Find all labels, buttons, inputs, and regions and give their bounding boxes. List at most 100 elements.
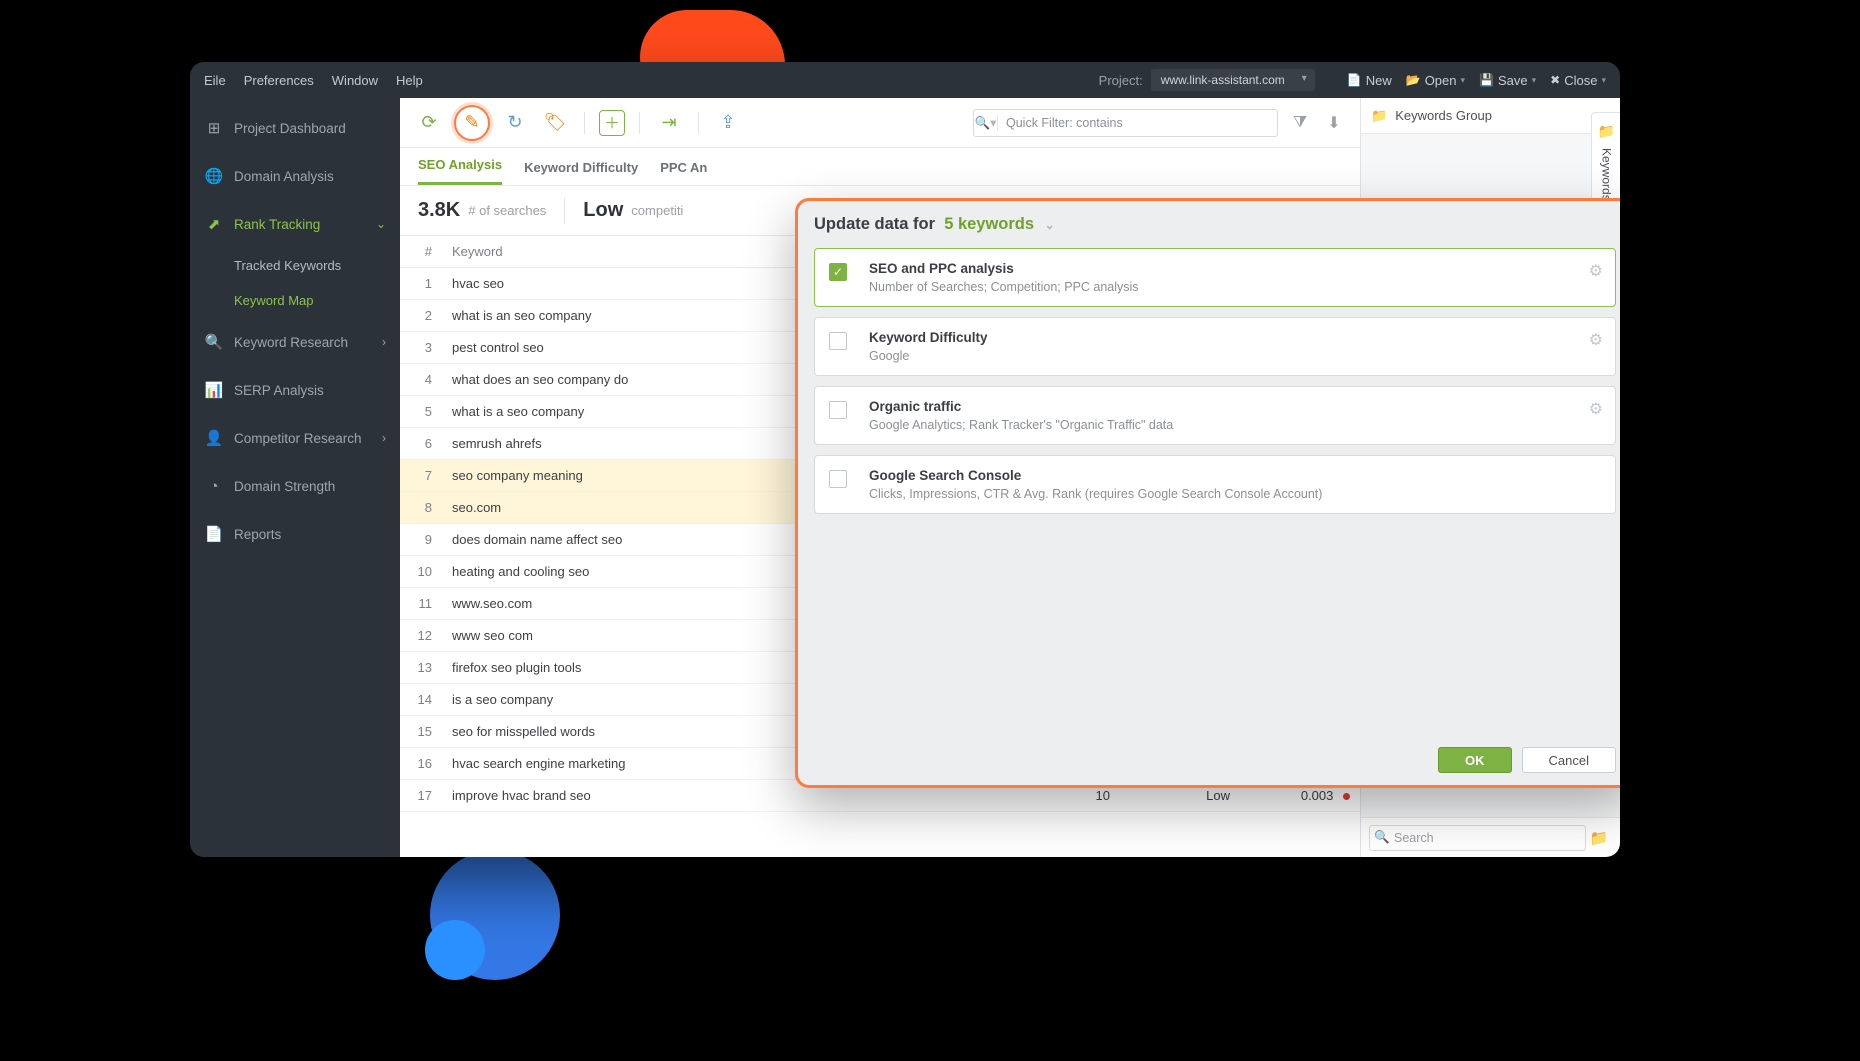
gear-icon[interactable]: ⚙ — [1589, 399, 1603, 419]
row-num: 11 — [400, 588, 442, 620]
ok-button[interactable]: OK — [1438, 747, 1512, 773]
tool-add-icon[interactable]: ＋ — [599, 110, 625, 136]
sidebar: ⊞Project Dashboard🌐Domain Analysis ⬈ Rank … — [190, 98, 400, 857]
tool-import-icon[interactable]: ⇥ — [654, 108, 684, 138]
menubar: Eile Preferences Window Help Project: ww… — [190, 62, 1620, 98]
project-dropdown[interactable]: www.link-assistant.com — [1151, 69, 1315, 91]
nav-label: SERP Analysis — [234, 383, 324, 398]
option-desc: Google Analytics; Rank Tracker's "Organi… — [869, 418, 1173, 432]
checkbox[interactable] — [829, 401, 847, 419]
cancel-button[interactable]: Cancel — [1522, 747, 1616, 773]
sidebar-item-domain-strength[interactable]: ◔ Domain Strength — [190, 462, 400, 510]
sidebar-item-competitor-research[interactable]: 👤Competitor Research› — [190, 414, 400, 462]
option-title: SEO and PPC analysis — [869, 261, 1139, 276]
download-icon[interactable]: ⬇ — [1322, 113, 1346, 133]
dialog-option-keyword-difficulty[interactable]: Keyword DifficultyGoogle⚙ — [814, 317, 1616, 376]
dialog-option-organic-traffic[interactable]: Organic traffic Google Analytics; Rank Tr… — [814, 386, 1616, 445]
update-data-dialog: Update data for 5 keywords ⌄ ✓ SEO and PP… — [795, 198, 1620, 788]
open-button[interactable]: 📂Open▾ — [1406, 73, 1465, 88]
dialog-title: Update data for 5 keywords ⌄ — [814, 215, 1616, 234]
summary-comp-label: competiti — [631, 203, 683, 218]
row-num: 1 — [400, 268, 442, 300]
tool-export-icon[interactable]: ⇪ — [713, 108, 743, 138]
main-panel: ⟳ ✎ ↻ 🏷 ＋ ⇥ ⇪ 🔍▾ Quick Filter: contains … — [400, 98, 1360, 857]
tool-update-icon[interactable]: ✎ — [454, 105, 490, 141]
tool-sync-icon[interactable]: ↻ — [500, 108, 530, 138]
row-num: 6 — [400, 428, 442, 460]
nav-icon: 🌐 — [204, 167, 224, 185]
checkbox[interactable] — [829, 470, 847, 488]
chevron-down-icon[interactable]: ⌄ — [1045, 218, 1055, 232]
row-num: 3 — [400, 332, 442, 364]
col-num[interactable]: # — [400, 236, 442, 268]
right-panel-search[interactable]: 🔍 Search — [1369, 825, 1586, 851]
folder-add-icon[interactable]: 📁 — [1586, 829, 1612, 847]
toolbar: ⟳ ✎ ↻ 🏷 ＋ ⇥ ⇪ 🔍▾ Quick Filter: contains … — [400, 98, 1360, 148]
quick-filter-input[interactable]: 🔍▾ Quick Filter: contains — [973, 109, 1278, 137]
nav-icon: 📊 — [204, 381, 224, 399]
nav-label: Keyword Research — [234, 335, 348, 350]
nav-icon: ⬈ — [204, 215, 224, 233]
row-num: 5 — [400, 396, 442, 428]
right-panel-title: Keywords Group — [1395, 108, 1492, 123]
chevron-icon: ⌄ — [376, 217, 386, 231]
folder-icon: 📁 — [1371, 108, 1387, 124]
search-icon: 🔍 — [1370, 830, 1394, 845]
row-num: 13 — [400, 652, 442, 684]
tab-seo-analysis[interactable]: SEO Analysis — [418, 157, 502, 185]
row-num: 4 — [400, 364, 442, 396]
folder-icon: 📁 — [1598, 123, 1615, 140]
summary-searches-value: 3.8K — [418, 199, 460, 222]
tab-ppc-analysis[interactable]: PPC An — [660, 160, 707, 185]
dialog-option-seo-and-ppc-analysis[interactable]: ✓SEO and PPC analysisNumber of Searches;… — [814, 248, 1616, 307]
option-desc: Google — [869, 349, 988, 363]
dialog-option-google-search-console[interactable]: Google Search Console Clicks, Impressions… — [814, 455, 1616, 514]
option-desc: Clicks, Impressions, CTR & Avg. Rank (re… — [869, 487, 1322, 501]
row-num: 17 — [400, 780, 442, 812]
nav-label: Rank Tracking — [234, 217, 320, 232]
option-title: Google Search Console — [869, 468, 1322, 483]
option-title: Organic traffic — [869, 399, 1173, 414]
sidebar-item-keyword-research[interactable]: 🔍Keyword Research› — [190, 318, 400, 366]
tab-keyword-difficulty[interactable]: Keyword Difficulty — [524, 160, 638, 185]
menu-window[interactable]: Window — [332, 73, 378, 88]
sidebar-subitem-tracked-keywords[interactable]: Tracked Keywords — [190, 248, 400, 283]
tool-tag-icon[interactable]: 🏷 — [540, 108, 570, 138]
quick-filter-placeholder: Quick Filter: contains — [998, 116, 1131, 130]
summary-comp-value: Low — [583, 199, 623, 222]
sidebar-item-reports[interactable]: 📄Reports — [190, 510, 400, 558]
sidebar-item-rank-tracking[interactable]: ⬈ Rank Tracking ⌄ — [190, 200, 400, 248]
folder-open-icon: 📂 — [1406, 73, 1421, 87]
checkbox[interactable] — [829, 332, 847, 350]
row-num: 9 — [400, 524, 442, 556]
nav-label: Reports — [234, 527, 281, 542]
sidebar-item-domain-analysis[interactable]: 🌐Domain Analysis — [190, 152, 400, 200]
search-icon: 🔍▾ — [974, 115, 998, 131]
row-num: 2 — [400, 300, 442, 332]
save-button[interactable]: 💾Save▾ — [1479, 73, 1536, 88]
row-num: 14 — [400, 684, 442, 716]
chevron-icon: › — [382, 431, 386, 445]
menu-preferences[interactable]: Preferences — [244, 73, 314, 88]
gear-icon[interactable]: ⚙ — [1589, 261, 1603, 281]
dialog-keyword-count[interactable]: 5 keywords — [944, 215, 1034, 233]
nav-icon: 👤 — [204, 429, 224, 447]
row-num: 8 — [400, 492, 442, 524]
filter-icon[interactable]: ⧩ — [1288, 114, 1312, 132]
tabs: SEO Analysis Keyword Difficulty PPC An — [400, 148, 1360, 186]
new-button[interactable]: 📄New — [1347, 73, 1392, 88]
tool-refresh-icon[interactable]: ⟳ — [414, 108, 444, 138]
close-button[interactable]: ✖Close▾ — [1550, 73, 1606, 88]
row-num: 10 — [400, 556, 442, 588]
sidebar-item-project-dashboard[interactable]: ⊞Project Dashboard — [190, 104, 400, 152]
gear-icon[interactable]: ⚙ — [1589, 330, 1603, 350]
menu-help[interactable]: Help — [396, 73, 423, 88]
nav-icon: ⊞ — [204, 119, 224, 137]
checkbox[interactable]: ✓ — [829, 263, 847, 281]
sidebar-item-serp-analysis[interactable]: 📊 SERP Analysis — [190, 366, 400, 414]
nav-label: Domain Strength — [234, 479, 335, 494]
nav-icon: ◔ — [204, 478, 224, 495]
sidebar-subitem-keyword-map[interactable]: Keyword Map — [190, 283, 400, 318]
row-num: 16 — [400, 748, 442, 780]
menu-file[interactable]: Eile — [204, 73, 226, 88]
